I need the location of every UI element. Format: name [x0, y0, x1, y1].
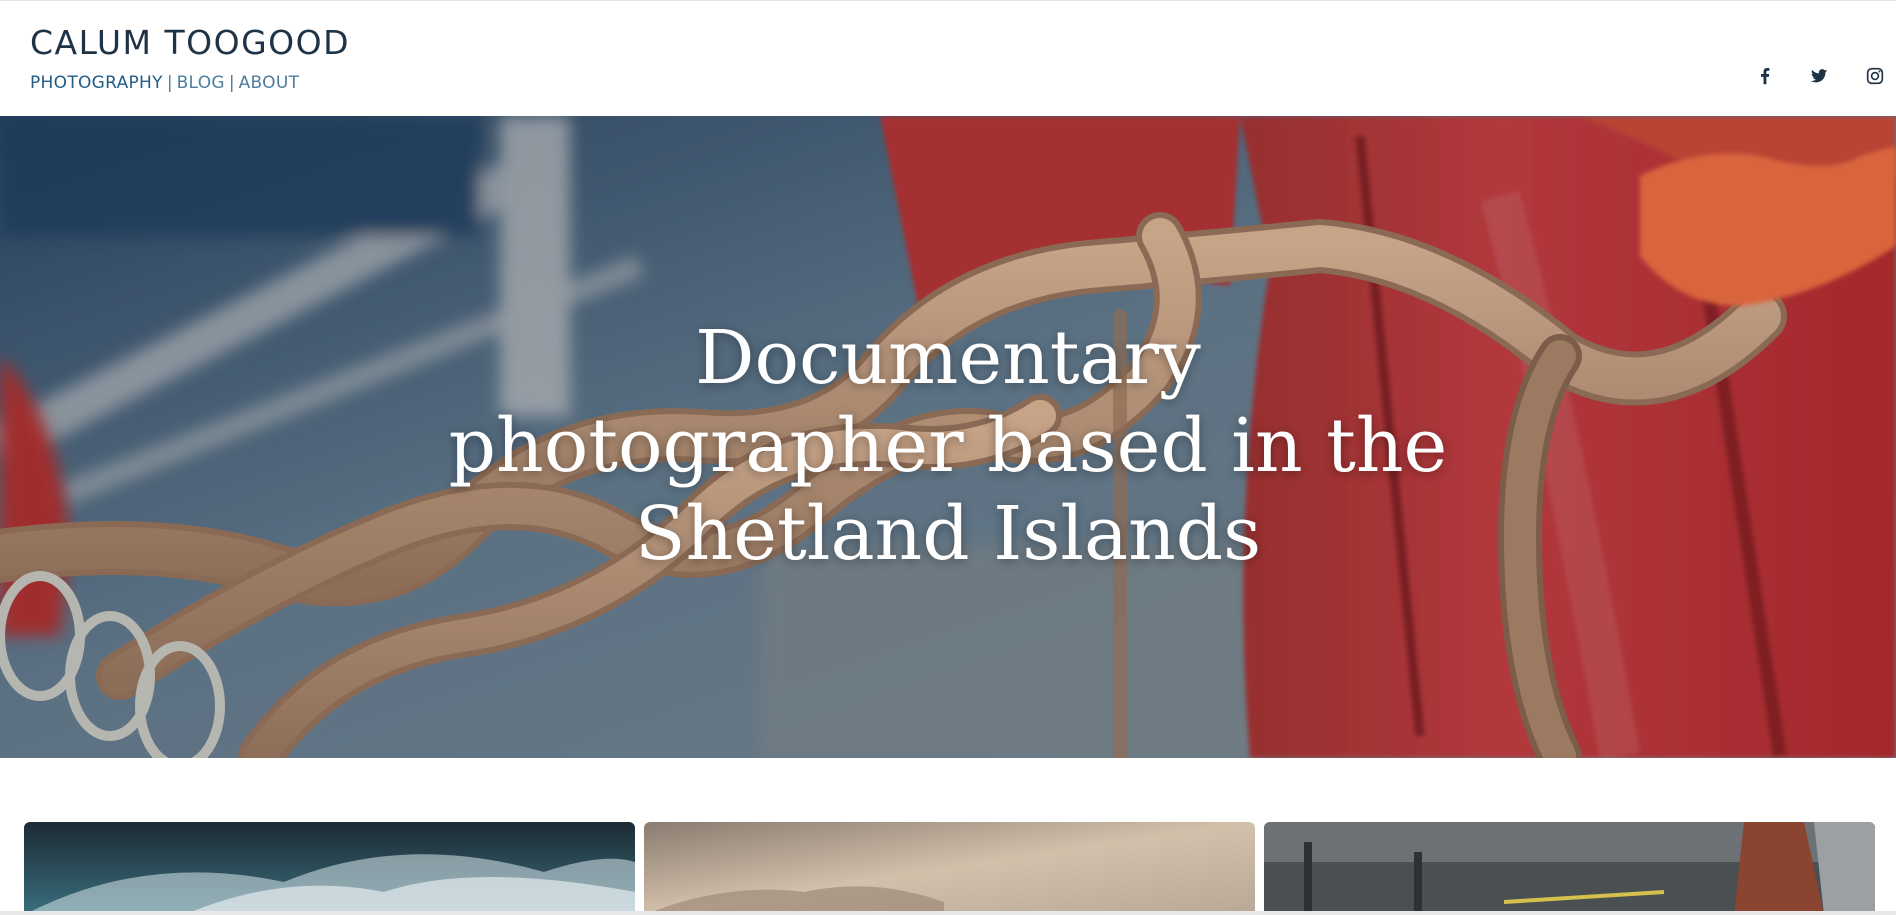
gallery-card-stormy-sea[interactable]: [24, 822, 635, 915]
site-title[interactable]: CALUM TOOGOOD: [30, 23, 350, 62]
hero-headline: Documentary photographer based in the Sh…: [0, 314, 1896, 578]
facebook-icon[interactable]: [1754, 65, 1776, 87]
stormy-sea-photo: [24, 822, 635, 915]
photo-gallery: [24, 822, 1875, 915]
gallery-card-fishing-boat[interactable]: [1264, 822, 1875, 915]
site-header: CALUM TOOGOOD PHOTOGRAPHY | BLOG | ABOUT: [0, 0, 1896, 116]
social-links: [0, 65, 1896, 87]
misty-coast-photo: [644, 822, 1255, 915]
hero-headline-line-2: photographer based in the: [448, 403, 1448, 489]
instagram-icon[interactable]: [1864, 65, 1886, 87]
twitter-icon[interactable]: [1808, 65, 1830, 87]
hero-banner: Documentary photographer based in the Sh…: [0, 116, 1896, 758]
fishing-boat-photo: [1264, 822, 1875, 915]
hero-headline-line-3: Shetland Islands: [634, 491, 1262, 577]
hero-headline-line-1: Documentary: [695, 315, 1201, 401]
gallery-card-misty-coast[interactable]: [644, 822, 1255, 915]
page-bottom-edge: [0, 911, 1896, 915]
